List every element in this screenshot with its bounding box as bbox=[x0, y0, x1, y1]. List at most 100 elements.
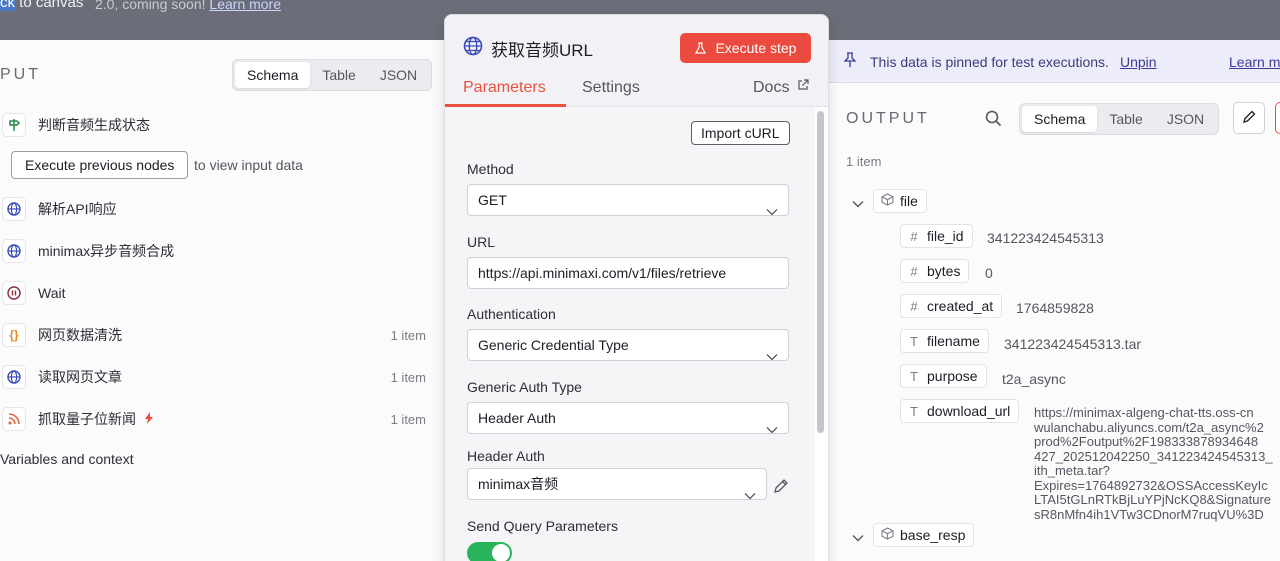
tree-key-base-resp[interactable]: base_resp bbox=[873, 523, 975, 547]
learn-more-link[interactable]: Learn m bbox=[1229, 54, 1280, 70]
text-type-icon: T bbox=[910, 333, 918, 349]
external-link-icon bbox=[797, 79, 809, 94]
code-braces-icon: {} bbox=[2, 323, 26, 347]
tree-value: 0 bbox=[985, 265, 993, 281]
output-panel: This data is pinned for test executions.… bbox=[829, 40, 1280, 561]
input-view-schema[interactable]: Schema bbox=[235, 62, 311, 88]
input-node-row[interactable]: 解析API响应 bbox=[0, 195, 444, 223]
number-type-icon: # bbox=[910, 263, 918, 279]
output-view-schema[interactable]: Schema bbox=[1022, 106, 1098, 132]
variables-and-context[interactable]: Variables and context bbox=[0, 451, 134, 467]
edit-output-button[interactable] bbox=[1233, 102, 1265, 134]
node-label: 网页数据清洗 bbox=[38, 327, 122, 343]
node-item-count: 1 item bbox=[390, 369, 426, 385]
flask-icon bbox=[694, 40, 716, 56]
method-select[interactable]: GET bbox=[467, 184, 789, 216]
input-title: PUT bbox=[0, 66, 41, 83]
tree-value: 1764859828 bbox=[1016, 300, 1094, 316]
import-curl-button[interactable]: Import cURL bbox=[691, 121, 790, 145]
chevron-down-icon[interactable] bbox=[852, 195, 864, 211]
globe-icon bbox=[2, 239, 26, 263]
header-auth-label: Header Auth bbox=[467, 448, 545, 464]
input-view-json[interactable]: JSON bbox=[368, 62, 429, 88]
execute-previous-nodes-button[interactable]: Execute previous nodes bbox=[11, 151, 189, 179]
url-label: URL bbox=[467, 234, 496, 250]
output-view-table[interactable]: Table bbox=[1097, 106, 1154, 132]
version-note: 2.0, coming soon! Learn more bbox=[95, 0, 281, 12]
tab-settings[interactable]: Settings bbox=[582, 79, 640, 97]
chevron-down-icon bbox=[766, 341, 778, 371]
send-query-label: Send Query Parameters bbox=[467, 518, 618, 534]
generic-auth-type-select[interactable]: Header Auth bbox=[467, 402, 789, 434]
header-auth-select[interactable]: minimax音频 bbox=[467, 468, 767, 500]
globe-icon bbox=[2, 365, 26, 389]
toggle-knob bbox=[492, 544, 510, 561]
tree-value: 341223424545313.tar bbox=[1004, 336, 1142, 352]
node-item-count: 1 item bbox=[390, 327, 426, 343]
input-node-row[interactable]: 判断音频生成状态 bbox=[0, 111, 444, 139]
url-input[interactable]: https://api.minimaxi.com/v1/files/retrie… bbox=[467, 257, 789, 289]
output-item-count: 1 item bbox=[846, 154, 882, 169]
tree-key[interactable]: # created_at bbox=[900, 294, 1003, 318]
unpin-link[interactable]: Unpin bbox=[1120, 54, 1157, 70]
node-label: 解析API响应 bbox=[38, 201, 117, 217]
input-panel: PUT Schema Table JSON 判断音频生成状态 Execute p… bbox=[0, 40, 444, 561]
chevron-down-icon bbox=[766, 414, 778, 444]
pin-icon bbox=[843, 52, 857, 71]
number-type-icon: # bbox=[910, 228, 918, 244]
search-icon[interactable] bbox=[985, 110, 1002, 130]
docs-link[interactable]: Docs bbox=[753, 79, 789, 97]
rss-icon bbox=[2, 407, 26, 431]
node-label: 抓取量子位新闻 bbox=[38, 411, 136, 427]
chevron-down-icon bbox=[766, 196, 778, 226]
input-view-toggle: Schema Table JSON bbox=[232, 59, 433, 91]
back-to-canvas-link[interactable]: ck to canvas bbox=[0, 0, 83, 11]
pinned-data-banner: This data is pinned for test executions.… bbox=[829, 40, 1280, 83]
cube-icon bbox=[874, 527, 900, 543]
tree-value: 341223424545313 bbox=[987, 230, 1104, 246]
generic-auth-type-label: Generic Auth Type bbox=[467, 379, 582, 395]
pinned-text: This data is pinned for test executions. bbox=[870, 54, 1109, 70]
input-node-row[interactable]: 读取网页文章 1 item bbox=[0, 363, 444, 391]
tree-key[interactable]: # bytes bbox=[900, 259, 970, 283]
input-view-table[interactable]: Table bbox=[310, 62, 367, 88]
send-query-toggle[interactable] bbox=[467, 542, 512, 561]
chevron-down-icon[interactable] bbox=[852, 529, 864, 545]
text-type-icon: T bbox=[910, 368, 918, 384]
output-title: OUTPUT bbox=[846, 110, 930, 127]
tree-value: t2a_async bbox=[1002, 371, 1066, 387]
input-node-row[interactable]: {} 网页数据清洗 1 item bbox=[0, 321, 444, 349]
tree-key[interactable]: T purpose bbox=[900, 364, 987, 388]
execute-step-button[interactable]: Execute step bbox=[680, 33, 811, 63]
pause-icon bbox=[2, 281, 26, 305]
globe-icon bbox=[2, 197, 26, 221]
input-node-row[interactable]: Wait bbox=[0, 279, 444, 307]
input-node-row[interactable]: 抓取量子位新闻 1 item bbox=[0, 405, 444, 433]
learn-more-link[interactable]: Learn more bbox=[209, 0, 281, 12]
tree-key-file[interactable]: file bbox=[873, 189, 927, 213]
output-view-toggle: Schema Table JSON bbox=[1019, 103, 1220, 135]
pencil-icon[interactable] bbox=[773, 478, 789, 497]
tree-key[interactable]: T download_url bbox=[900, 399, 1020, 423]
modal-scrollbar[interactable] bbox=[817, 111, 824, 433]
node-item-count: 1 item bbox=[390, 411, 426, 427]
authentication-label: Authentication bbox=[467, 306, 556, 322]
number-type-icon: # bbox=[910, 298, 918, 314]
output-view-json[interactable]: JSON bbox=[1155, 106, 1216, 132]
input-node-row[interactable]: minimax异步音频合成 bbox=[0, 237, 444, 265]
authentication-select[interactable]: Generic Credential Type bbox=[467, 329, 789, 361]
tree-key[interactable]: T filename bbox=[900, 329, 989, 353]
modal-title[interactable]: 获取音频URL bbox=[491, 36, 593, 61]
download-url-value: https://minimax-algeng-chat-tts.oss-cn w… bbox=[1034, 405, 1273, 522]
tree-key[interactable]: # file_id bbox=[900, 224, 973, 248]
execute-previous-hint: to view input data bbox=[194, 157, 303, 173]
tab-parameters[interactable]: Parameters bbox=[463, 79, 546, 97]
delete-output-button[interactable] bbox=[1275, 102, 1280, 134]
lightning-icon bbox=[144, 411, 154, 427]
method-label: Method bbox=[467, 161, 514, 177]
signpost-icon bbox=[2, 113, 26, 137]
text-type-icon: T bbox=[910, 403, 918, 419]
node-parameters-modal: 获取音频URL Execute step Parameters Settings… bbox=[444, 14, 829, 561]
node-label: 读取网页文章 bbox=[38, 369, 122, 385]
node-label: 判断音频生成状态 bbox=[38, 117, 150, 133]
